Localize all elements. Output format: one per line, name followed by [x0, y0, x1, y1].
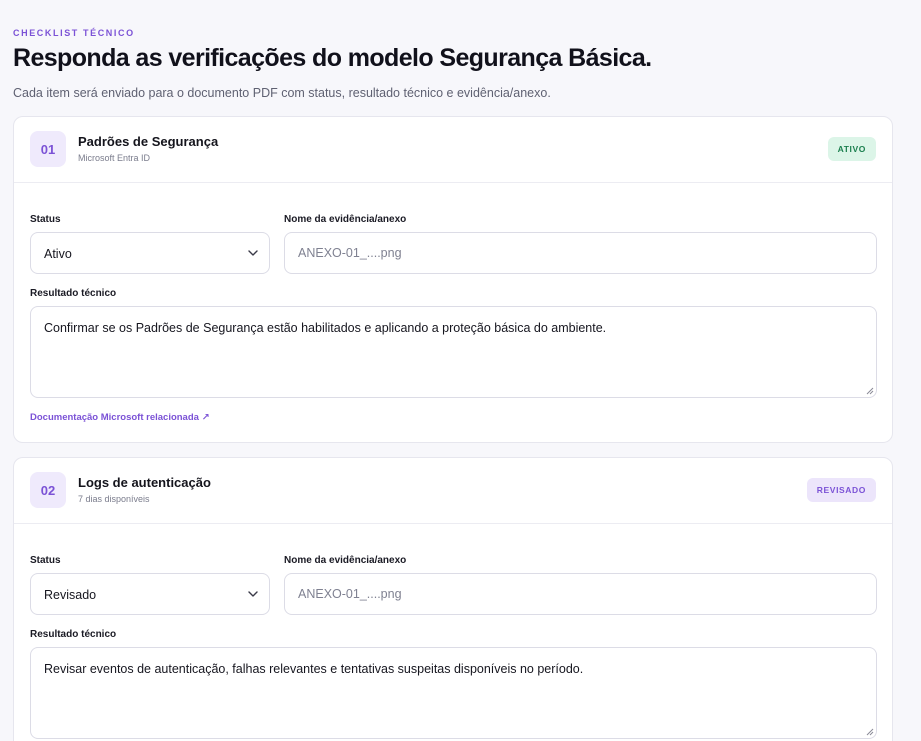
status-select[interactable]: Ativo	[30, 232, 270, 274]
evidence-label: Nome da evidência/anexo	[284, 555, 407, 566]
item-number-badge: 02	[30, 472, 66, 508]
chevron-down-icon	[248, 250, 258, 256]
result-label: Resultado técnico	[30, 288, 117, 299]
checklist-item-card: 01 Padrões de Segurança Microsoft Entra …	[13, 116, 893, 443]
result-text: Revisar eventos de autenticação, falhas …	[44, 662, 584, 676]
chevron-down-icon	[248, 591, 258, 597]
checklist-page: CHECKLIST TÉCNICO Responda as verificaçõ…	[0, 0, 921, 741]
item-subtitle: 7 dias disponíveis	[78, 494, 150, 504]
status-select-value: Revisado	[44, 588, 97, 602]
status-badge: REVISADO	[806, 478, 876, 502]
checklist-item-card: 02 Logs de autenticação 7 dias disponíve…	[13, 457, 893, 741]
item-title: Logs de autenticação	[78, 475, 211, 490]
card-header: 01 Padrões de Segurança Microsoft Entra …	[14, 117, 892, 183]
result-textarea[interactable]: Confirmar se os Padrões de Segurança est…	[30, 306, 877, 398]
result-label: Resultado técnico	[30, 629, 117, 640]
evidence-label: Nome da evidência/anexo	[284, 214, 407, 225]
page-title: Responda as verificações do modelo Segur…	[13, 44, 652, 72]
status-select[interactable]: Revisado	[30, 573, 270, 615]
resize-grip-icon[interactable]	[866, 728, 874, 736]
result-textarea[interactable]: Revisar eventos de autenticação, falhas …	[30, 647, 877, 739]
page-subtitle: Cada item será enviado para o documento …	[13, 86, 551, 100]
item-subtitle: Microsoft Entra ID	[78, 153, 151, 163]
status-label: Status	[30, 214, 61, 225]
status-label: Status	[30, 555, 61, 566]
resize-grip-icon[interactable]	[866, 387, 874, 395]
card-header: 02 Logs de autenticação 7 dias disponíve…	[14, 458, 892, 524]
documentation-link[interactable]: Documentação Microsoft relacionada ↗	[30, 412, 210, 423]
item-title: Padrões de Segurança	[78, 134, 219, 149]
status-badge: ATIVO	[827, 137, 876, 161]
status-select-value: Ativo	[44, 247, 72, 261]
section-eyebrow: CHECKLIST TÉCNICO	[13, 28, 135, 38]
evidence-input[interactable]	[284, 232, 877, 274]
evidence-input[interactable]	[284, 573, 877, 615]
result-text: Confirmar se os Padrões de Segurança est…	[44, 321, 607, 335]
item-number-badge: 01	[30, 131, 66, 167]
